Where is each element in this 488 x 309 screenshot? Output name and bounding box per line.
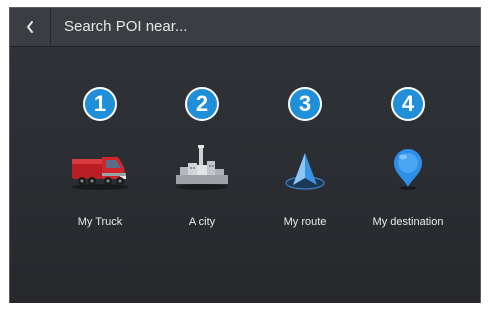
option-a-city[interactable]: 2 A city	[147, 47, 257, 247]
search-title: Search POI near...	[64, 18, 188, 35]
option-label: My destination	[372, 216, 444, 228]
option-label: A city	[188, 216, 216, 228]
option-my-destination[interactable]: 4 My destination	[353, 47, 463, 247]
header-bar: Search POI near...	[10, 8, 480, 47]
number-badge: 2	[185, 87, 219, 121]
truck-icon	[72, 157, 128, 190]
option-label: My route	[283, 216, 327, 228]
city-icon	[176, 145, 228, 190]
poi-options: 1 My Truck 2 A city 3 My route 4 My dest…	[10, 47, 480, 303]
back-button[interactable]	[10, 8, 51, 46]
chevron-left-icon	[27, 21, 33, 33]
route-arrow-icon	[285, 153, 325, 190]
number-badge: 1	[83, 87, 117, 121]
option-my-route[interactable]: 3 My route	[250, 47, 360, 247]
navigation-screen: Search POI near... 1 My Truck 2 A city 3…	[9, 7, 481, 303]
number-badge: 3	[288, 87, 322, 121]
option-my-truck[interactable]: 1 My Truck	[45, 47, 155, 247]
destination-pin-icon	[394, 149, 422, 190]
number-badge: 4	[391, 87, 425, 121]
option-label: My Truck	[77, 216, 123, 228]
